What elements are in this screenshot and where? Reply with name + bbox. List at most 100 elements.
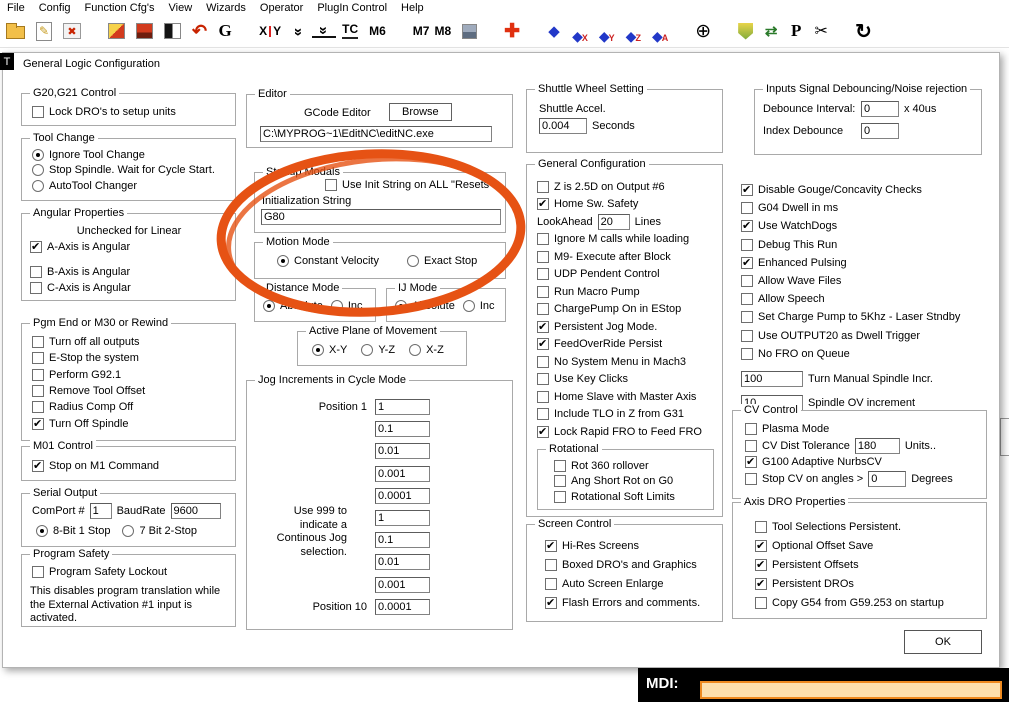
checkbox[interactable] (30, 240, 42, 253)
text-input[interactable] (375, 443, 430, 460)
text-input[interactable] (375, 509, 430, 526)
checkbox[interactable] (545, 539, 557, 552)
checkbox[interactable] (537, 320, 549, 333)
radio-button[interactable] (263, 300, 275, 312)
checkbox[interactable] (537, 197, 549, 211)
checkbox[interactable] (755, 577, 767, 590)
checkbox[interactable] (741, 219, 753, 233)
text-input[interactable] (375, 421, 430, 438)
axis-a-icon[interactable]: ◆ A (652, 19, 668, 43)
axis-y-icon[interactable]: ◆ Y (599, 19, 615, 43)
tool-change-icon[interactable]: TC (342, 23, 359, 39)
safety-shield-icon[interactable] (738, 22, 754, 40)
checkbox[interactable] (537, 425, 549, 438)
undo-icon[interactable]: ↶ (192, 19, 207, 43)
crosshair-icon[interactable]: ⊕ (695, 19, 711, 43)
text-input[interactable] (375, 576, 430, 593)
checkbox[interactable] (755, 596, 767, 609)
checkbox[interactable] (537, 355, 549, 368)
checkbox[interactable] (745, 439, 757, 452)
checkbox[interactable] (30, 282, 42, 294)
checkbox[interactable] (741, 275, 753, 288)
checkbox[interactable] (537, 180, 549, 193)
checkbox[interactable] (755, 558, 767, 571)
text-input[interactable] (861, 101, 899, 117)
checkbox[interactable] (741, 293, 753, 306)
checkbox[interactable] (554, 490, 566, 503)
comport-input[interactable] (89, 503, 112, 519)
text-input[interactable] (375, 532, 430, 549)
scissors-icon[interactable]: ✂ (814, 19, 828, 43)
menu-config[interactable]: Config (32, 2, 78, 14)
checkbox[interactable] (537, 373, 549, 386)
checkbox[interactable] (745, 472, 757, 485)
checkbox[interactable] (537, 233, 549, 246)
menu-view[interactable]: View (162, 2, 200, 14)
text-input[interactable] (854, 437, 900, 454)
radio-button[interactable] (36, 525, 48, 537)
text-input[interactable] (868, 470, 907, 487)
edit-gcode-icon[interactable]: ✎ (36, 21, 52, 41)
goto-zero-icon[interactable]: ◆ (547, 19, 561, 43)
initialization-string-input[interactable] (261, 209, 501, 225)
checkbox[interactable] (741, 329, 753, 342)
gcode-icon[interactable]: G (218, 19, 232, 43)
display-mode-icon[interactable] (164, 23, 181, 39)
radio-button[interactable] (122, 525, 135, 537)
radio-button[interactable] (32, 179, 44, 192)
radio-button[interactable] (277, 255, 289, 267)
chevron-double-down-line-icon[interactable]: » (312, 24, 337, 38)
menu-plugin-control[interactable]: PlugIn Control (310, 2, 394, 14)
checkbox[interactable] (32, 459, 44, 472)
checkbox[interactable] (545, 577, 557, 590)
ok-button[interactable]: OK (904, 630, 982, 654)
menu-file[interactable]: File (0, 2, 32, 14)
checkbox[interactable] (537, 390, 549, 403)
xy-coordinates-icon[interactable]: XY (259, 19, 281, 43)
reset-icon[interactable] (136, 23, 153, 39)
text-input[interactable] (539, 118, 587, 134)
menu-help[interactable]: Help (394, 2, 431, 14)
text-input[interactable] (861, 123, 899, 139)
checkbox[interactable] (537, 285, 549, 298)
text-input[interactable] (597, 213, 630, 230)
checkbox[interactable] (537, 250, 549, 263)
checkbox[interactable] (741, 202, 753, 215)
radio-button[interactable] (32, 148, 44, 161)
text-input[interactable] (375, 465, 430, 482)
checkbox[interactable] (32, 566, 44, 578)
checkbox[interactable] (32, 368, 44, 381)
radio-button[interactable] (32, 164, 44, 177)
baudrate-input[interactable] (170, 503, 221, 519)
checkbox[interactable] (745, 423, 757, 436)
checkbox[interactable] (537, 408, 549, 421)
checkbox[interactable] (741, 347, 753, 360)
checkbox[interactable] (537, 303, 549, 316)
red-cross-icon[interactable]: ✚ (504, 19, 520, 43)
menu-operator[interactable]: Operator (253, 2, 310, 14)
checkbox[interactable] (537, 268, 549, 281)
m7-button[interactable]: M7 (413, 19, 430, 43)
mdi-input[interactable] (700, 681, 1002, 699)
radio-button[interactable] (395, 300, 407, 312)
text-input[interactable] (375, 554, 430, 571)
close-file-icon[interactable]: ✖ (63, 23, 81, 39)
radio-button[interactable] (407, 255, 419, 267)
m6-button[interactable]: M6 (369, 19, 386, 43)
estop-icon[interactable] (108, 23, 125, 39)
checkbox[interactable] (32, 385, 44, 398)
checkbox[interactable] (537, 337, 549, 351)
refresh-icon[interactable]: ↻ (855, 19, 872, 43)
radio-button[interactable] (409, 344, 422, 356)
menu-function-cfgs[interactable]: Function Cfg's (78, 2, 162, 14)
open-file-icon[interactable] (6, 23, 25, 39)
checkbox[interactable] (32, 417, 44, 430)
text-input[interactable] (375, 399, 430, 415)
editor-path-input[interactable] (260, 126, 492, 142)
checkbox[interactable] (755, 520, 767, 533)
checkbox[interactable] (741, 256, 753, 269)
checkbox[interactable] (554, 459, 566, 472)
checkbox[interactable] (325, 179, 337, 191)
checkbox[interactable] (755, 539, 767, 552)
checkbox[interactable] (30, 266, 42, 278)
